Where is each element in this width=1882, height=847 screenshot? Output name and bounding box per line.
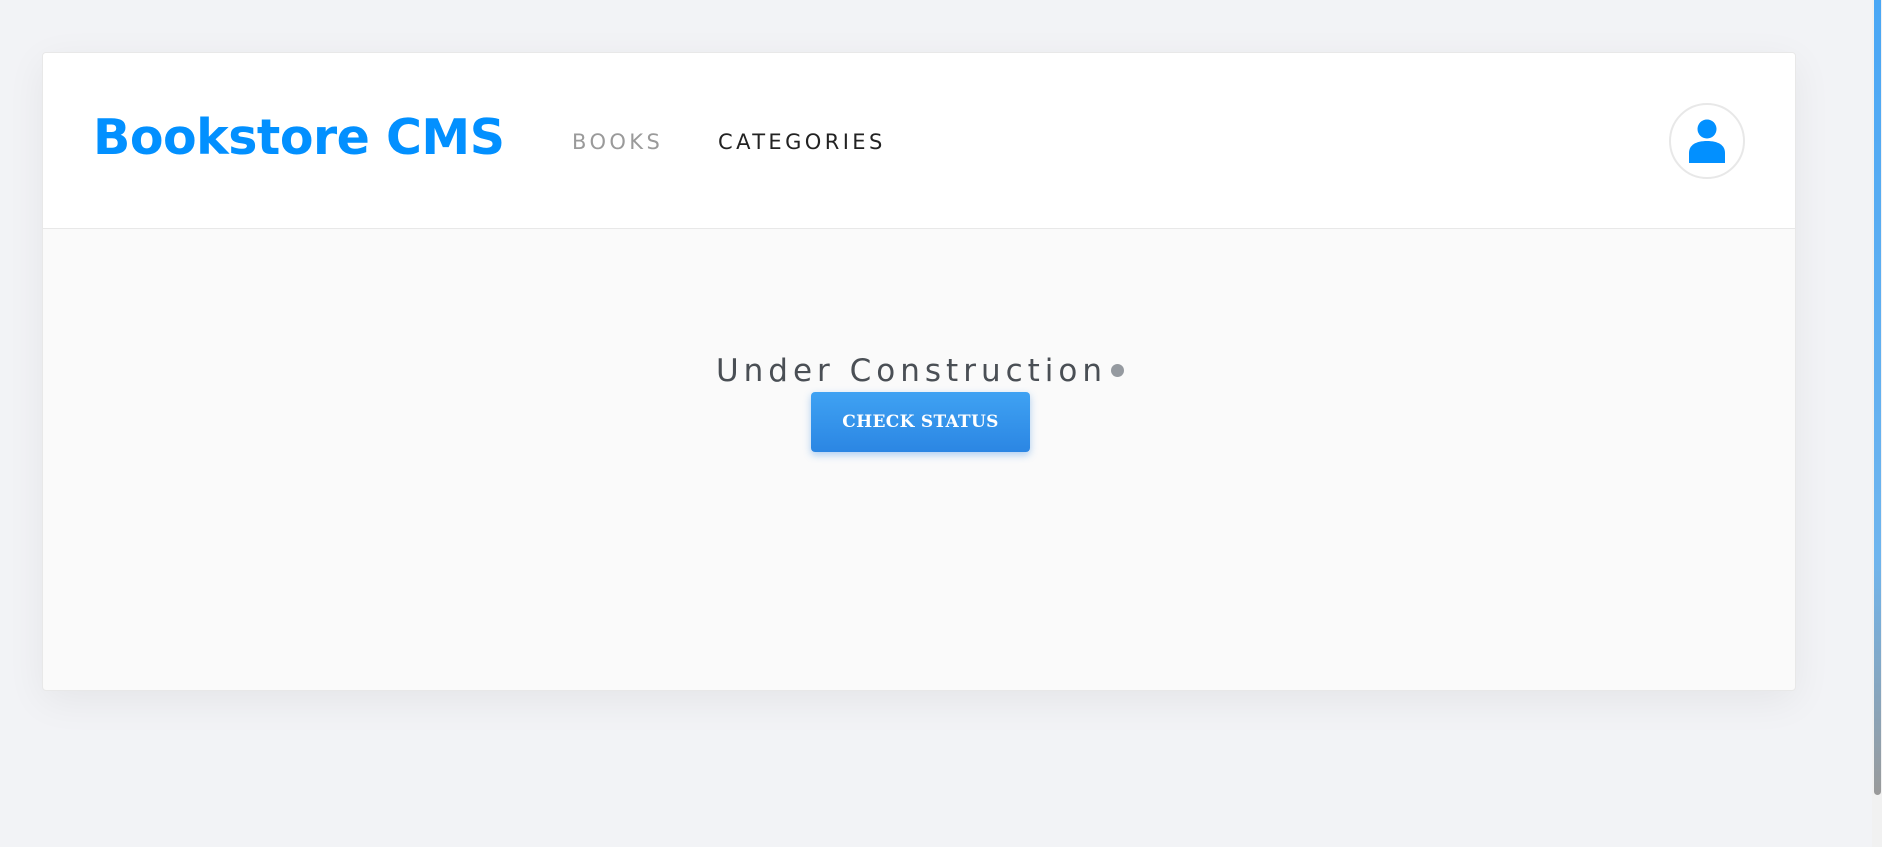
logo: Bookstore CMS — [93, 109, 505, 166]
avatar-button[interactable] — [1669, 103, 1745, 179]
status-dot-icon — [1111, 364, 1125, 377]
nav-categories-link[interactable]: CATEGORIES — [718, 130, 886, 154]
status-heading: Under Construction — [43, 353, 1795, 389]
status-heading-text: Under Construction — [715, 353, 1108, 389]
nav-books-link[interactable]: BOOKS — [572, 130, 663, 154]
content-area: Under Construction CHECK STATUS — [43, 229, 1795, 690]
main-panel: Bookstore CMS BOOKS CATEGORIES Under Con… — [42, 52, 1796, 691]
scrollbar[interactable] — [1872, 0, 1882, 847]
user-icon — [1689, 119, 1725, 163]
page: Bookstore CMS BOOKS CATEGORIES Under Con… — [0, 0, 1882, 847]
check-status-button[interactable]: CHECK STATUS — [811, 392, 1030, 452]
header: Bookstore CMS BOOKS CATEGORIES — [43, 53, 1795, 229]
scrollbar-thumb[interactable] — [1874, 0, 1881, 795]
